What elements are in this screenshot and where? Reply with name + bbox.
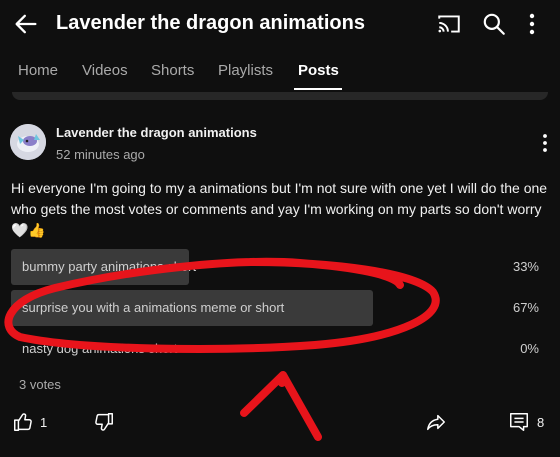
- channel-title: Lavender the dragon animations: [56, 12, 365, 34]
- tab-playlists[interactable]: Playlists: [218, 62, 273, 79]
- poll-option[interactable]: surprise you with a animations meme or s…: [11, 290, 551, 326]
- poll-option[interactable]: bummy party animations short 33%: [11, 249, 551, 285]
- poll-option-percent: 33%: [512, 259, 539, 274]
- arrow-left-icon[interactable]: [12, 10, 40, 38]
- poll-option-label: nasty dog animations short: [22, 341, 178, 356]
- poll-option[interactable]: nasty dog animations short 0%: [11, 331, 551, 367]
- tab-videos[interactable]: Videos: [82, 62, 128, 79]
- post-time: 52 minutes ago: [56, 147, 145, 162]
- like-icon[interactable]: [12, 411, 34, 433]
- dislike-icon[interactable]: [93, 411, 115, 433]
- poll-option-label: bummy party animations short: [22, 259, 197, 274]
- red-arrow-annotation: [240, 371, 322, 441]
- tab-posts[interactable]: Posts: [298, 62, 339, 79]
- comment-icon[interactable]: [508, 411, 530, 433]
- post-author[interactable]: Lavender the dragon animations: [56, 125, 257, 140]
- comment-count: 8: [537, 415, 545, 430]
- post-more-icon[interactable]: [538, 132, 552, 154]
- share-icon[interactable]: [425, 411, 447, 433]
- tab-home[interactable]: Home: [18, 62, 58, 79]
- poll-vote-count: 3 votes: [19, 377, 61, 392]
- like-count: 1: [40, 415, 48, 430]
- channel-tabs: Home Videos Shorts Playlists Posts: [0, 48, 560, 92]
- more-vertical-icon[interactable]: [522, 11, 542, 37]
- previous-post-card: [12, 92, 548, 100]
- poll-option-percent: 67%: [512, 300, 539, 315]
- active-tab-indicator: [294, 88, 342, 90]
- poll-option-label: surprise you with a animations meme or s…: [22, 300, 285, 315]
- tab-shorts[interactable]: Shorts: [151, 62, 194, 79]
- top-app-bar: Lavender the dragon animations: [0, 0, 560, 48]
- poll-option-percent: 0%: [520, 341, 539, 356]
- cast-icon[interactable]: [436, 11, 462, 37]
- post-text: Hi everyone I'm going to my a animations…: [11, 180, 548, 238]
- avatar-dragon-image: [10, 124, 46, 160]
- avatar[interactable]: [10, 124, 46, 160]
- search-icon[interactable]: [481, 11, 507, 37]
